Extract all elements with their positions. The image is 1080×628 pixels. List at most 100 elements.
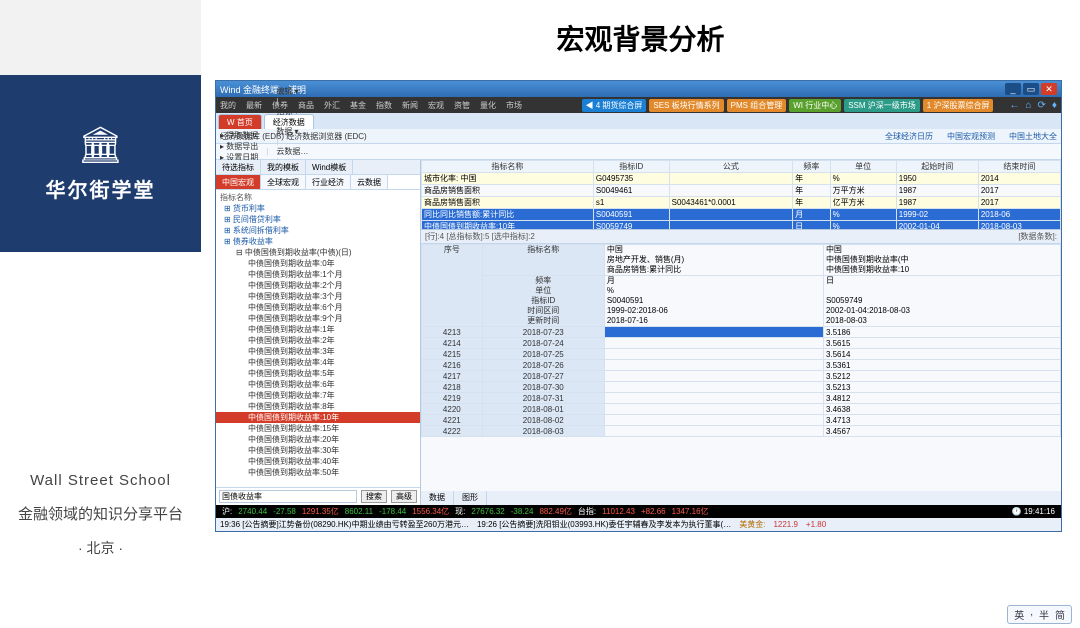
menu-item[interactable]: 指数 [376, 100, 392, 111]
tree-leaf[interactable]: 中债国债到期收益率:8年 [216, 401, 420, 412]
header-link[interactable]: 全球经济日历 [885, 131, 933, 142]
refresh-icon[interactable]: ⟳ [1038, 100, 1046, 111]
titlebar[interactable]: Wind 金融终端…浦明 _ ▭ ✕ [216, 81, 1061, 97]
tree-leaf[interactable]: 中债国债到期收益率:30年 [216, 445, 420, 456]
min-button[interactable]: _ [1005, 83, 1021, 95]
toolbar-button[interactable]: ▸ 提取数据 [220, 130, 258, 141]
toolbar-button[interactable]: 云数据… [276, 146, 332, 157]
menu-item[interactable]: 基金 [350, 100, 366, 111]
news-bar: 19:36 [公告摘要]江势备份(08290.HK)中期业绩由亏转盈至260万港… [216, 518, 1061, 531]
data-row[interactable]: 42222018-08-033.4567 [422, 426, 1061, 437]
advanced-button[interactable]: 高级 [391, 490, 417, 503]
toolbar: ▸ 提取数据 ▸ 数据导出 ▸ 设置日期 ▸ 模板 ▾ | 编辑 ▾ | 指标 … [216, 144, 1061, 160]
tree-body[interactable]: 指标名称⊞ 货币利率⊞ 民间借贷利率⊞ 系统间拆借利率⊞ 债券收益率⊟ 中债国债… [216, 190, 420, 487]
tree-tab[interactable]: 我的模板 [261, 160, 306, 174]
grid-row[interactable]: 商品房销售面积s1S0043461*0.0001年亿平方米19872017 [422, 197, 1061, 209]
data-row[interactable]: 42182018-07-303.5213 [422, 382, 1061, 393]
tree-tab[interactable]: 待选指标 [216, 160, 261, 174]
grid-row[interactable]: 城市化率: 中国G0495735年%19502014 [422, 173, 1061, 185]
grid-row[interactable]: 商品房销售面积S0049461年万平方米19872017 [422, 185, 1061, 197]
menu-pill[interactable]: SES 板块行情系列 [649, 99, 723, 112]
category-tab[interactable]: 云数据 [351, 175, 388, 189]
tree-node[interactable]: ⊞ 货币利率 [216, 203, 420, 214]
tree-leaf[interactable]: 中债国债到期收益率:1年 [216, 324, 420, 335]
brand-en: Wall Street School [0, 472, 201, 489]
menu-item[interactable]: 最新 [246, 100, 262, 111]
tree-node[interactable]: ⊞ 债券收益率 [216, 236, 420, 247]
menu-pill[interactable]: PMS 组合管理 [727, 99, 787, 112]
bottom-tab[interactable]: 数据 [421, 491, 454, 505]
tree-leaf[interactable]: 中债国债到期收益率:3个月 [216, 291, 420, 302]
data-row[interactable]: 42132018-07-233.5186 [422, 327, 1061, 338]
tree-leaf[interactable]: 中债国债到期收益率:6个月 [216, 302, 420, 313]
bottom-tabs: 数据图形 [421, 491, 1061, 505]
menu-item[interactable]: 新闻 [402, 100, 418, 111]
tree-node[interactable]: ⊞ 系统间拆借利率 [216, 225, 420, 236]
tree-tab[interactable]: Wind模板 [306, 160, 353, 174]
data-row[interactable]: 42212018-08-023.4713 [422, 415, 1061, 426]
tree-leaf[interactable]: 中债国债到期收益率:15年 [216, 423, 420, 434]
indicator-grid[interactable]: 指标名称指标ID公式频率单位起始时间结束时间城市化率: 中国G0495735年%… [421, 160, 1061, 230]
settings-icon[interactable]: ♦ [1052, 100, 1057, 111]
data-row[interactable]: 42162018-07-263.5361 [422, 360, 1061, 371]
toolbar-button[interactable]: ▸ 数据导出 [220, 141, 258, 152]
ime-indicator[interactable]: 英,半简 [1007, 605, 1072, 624]
tree-leaf[interactable]: 中债国债到期收益率:2年 [216, 335, 420, 346]
brand-subtitle: 金融领域的知识分享平台 [0, 503, 201, 524]
data-grid[interactable]: 序号指标名称中国房地产开发、销售(月)商品房销售:累计同比中国中债国债到期收益率… [421, 244, 1061, 491]
data-row[interactable]: 42202018-08-013.4638 [422, 404, 1061, 415]
tree-leaf[interactable]: 中债国债到期收益率:6年 [216, 379, 420, 390]
tree-leaf[interactable]: 中债国债到期收益率:9个月 [216, 313, 420, 324]
tree-leaf[interactable]: 中债国债到期收益率:7年 [216, 390, 420, 401]
back-icon[interactable]: ← [1009, 100, 1019, 111]
header-link[interactable]: 中国宏观预测 [947, 131, 995, 142]
category-tab[interactable]: 中国宏观 [216, 175, 261, 189]
wind-terminal-window: Wind 金融终端…浦明 _ ▭ ✕ 我的 最新 债券 商品 外汇 基金 指数 … [215, 80, 1062, 532]
tree-leaf[interactable]: 中债国债到期收益率:3年 [216, 346, 420, 357]
tree-search-input[interactable] [219, 490, 357, 503]
category-tab[interactable]: 行业经济 [306, 175, 351, 189]
menu-pill[interactable]: WI 行业中心 [789, 99, 841, 112]
tree-tabs: 待选指标我的模板Wind模板 [216, 160, 420, 175]
toolbar-button[interactable]: 编辑 ▾ [276, 86, 332, 97]
menu-item[interactable]: 市场 [506, 100, 522, 111]
close-button[interactable]: ✕ [1041, 83, 1057, 95]
logo-icon: 🏛 [78, 124, 124, 166]
home-icon[interactable]: ⌂ [1025, 100, 1031, 111]
menu-pill[interactable]: SSM 沪深一级市场 [844, 99, 920, 112]
menu-item[interactable]: 我的 [220, 100, 236, 111]
menu-item[interactable]: 宏观 [428, 100, 444, 111]
menu-pill[interactable]: 1 沪深股票综合屏 [923, 99, 994, 112]
menu-item[interactable]: 资管 [454, 100, 470, 111]
tree-leaf[interactable]: 中债国债到期收益率:1个月 [216, 269, 420, 280]
grid-row[interactable]: 同比同比销售额:累计同比S0040591月%1999-022018-06 [422, 209, 1061, 221]
toolbar-button[interactable]: 数据 ▾ [276, 126, 332, 137]
tab-home[interactable]: W 首页 [218, 114, 262, 129]
tree-node[interactable]: ⊞ 民间借贷利率 [216, 214, 420, 225]
tree-leaf[interactable]: 中债国债到期收益率:4年 [216, 357, 420, 368]
data-row[interactable]: 42142018-07-243.5615 [422, 338, 1061, 349]
menu-item[interactable]: 量化 [480, 100, 496, 111]
data-row[interactable]: 42172018-07-273.5212 [422, 371, 1061, 382]
toolbar-button[interactable]: 指标 ▾ [276, 106, 332, 117]
page-tabs: W 首页 经济数据 [216, 113, 1061, 129]
market-ticker: 沪:2740.44-27.581291.35亿8602.11-178.44155… [216, 505, 1061, 518]
header-link[interactable]: 中国土地大全 [1009, 131, 1057, 142]
tree-leaf[interactable]: 中债国债到期收益率:40年 [216, 456, 420, 467]
tree-leaf[interactable]: 中债国债到期收益率:2个月 [216, 280, 420, 291]
tree-leaf[interactable]: 中债国债到期收益率:50年 [216, 467, 420, 478]
max-button[interactable]: ▭ [1023, 83, 1039, 95]
grid-row[interactable]: 中债国债到期收益率:10年S0059749日%2002-01-042018-08… [422, 221, 1061, 231]
bottom-tab[interactable]: 图形 [454, 491, 487, 505]
category-tab[interactable]: 全球宏观 [261, 175, 306, 189]
data-row[interactable]: 42152018-07-253.5614 [422, 349, 1061, 360]
tree-node[interactable]: ⊟ 中债国债到期收益率(中债)(日) [216, 247, 420, 258]
tree-leaf[interactable]: 中债国债到期收益率:5年 [216, 368, 420, 379]
tree-leaf[interactable]: 中债国债到期收益率:20年 [216, 434, 420, 445]
data-row[interactable]: 42192018-07-313.4812 [422, 393, 1061, 404]
search-button[interactable]: 搜索 [361, 490, 387, 503]
menu-pill[interactable]: ◀ 4 期货综合屏 [582, 99, 647, 112]
slide-title: 宏观背景分析 [201, 0, 1080, 75]
tree-leaf[interactable]: 中债国债到期收益率:0年 [216, 258, 420, 269]
tree-leaf-selected[interactable]: 中债国债到期收益率:10年 [216, 412, 420, 423]
